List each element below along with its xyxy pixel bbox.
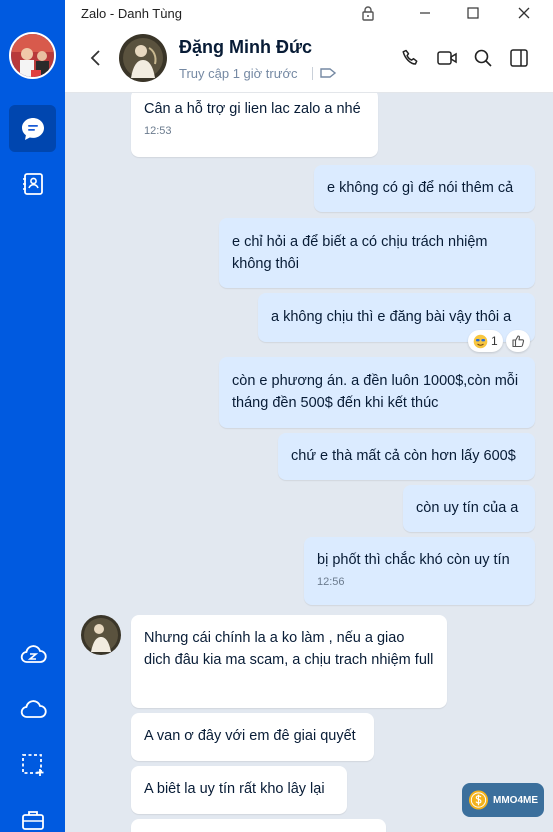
message-bubble-outgoing[interactable]: bị phốt thì chắc khó còn uy tín 12:56: [304, 537, 535, 605]
message-bubble-outgoing[interactable]: e không có gì để nói thêm cả: [314, 165, 535, 212]
conversation-header: Đặng Minh Đức Truy cập 1 giờ trước: [65, 25, 553, 93]
contacts-tab[interactable]: [9, 160, 56, 207]
message-list[interactable]: Cân a hỗ trợ gi lien lac zalo a nhé 12:5…: [65, 93, 553, 832]
sender-avatar[interactable]: [81, 615, 121, 655]
chat-bubble-icon: [21, 117, 44, 140]
message-text: Nhưng cái chính la a ko làm , nếu a giao…: [144, 630, 434, 668]
conversation-info-icon[interactable]: [507, 46, 531, 70]
message-text: e chỉ hỏi a để biết a có chịu trách nhiệ…: [232, 234, 488, 272]
back-arrow-icon[interactable]: [85, 47, 107, 69]
dollar-coin-icon: [468, 790, 489, 810]
message-text: chứ e thà mất cả còn hơn lấy 600$: [291, 448, 516, 464]
message-text: còn e phương án. a đền luôn 1000$,còn mỗ…: [232, 373, 519, 411]
contact-avatar[interactable]: [119, 34, 167, 82]
screenshot-tab[interactable]: [9, 741, 56, 788]
label-tag-icon[interactable]: [319, 66, 337, 85]
cloud-tab[interactable]: [9, 686, 56, 733]
user-avatar[interactable]: [9, 32, 56, 79]
message-bubble-outgoing[interactable]: còn uy tín của a: [403, 485, 535, 532]
cloud-icon: [20, 699, 47, 718]
search-icon[interactable]: [471, 46, 495, 70]
video-call-icon[interactable]: [435, 46, 459, 70]
zcloud-icon: [20, 644, 47, 663]
sidebar: [0, 0, 65, 832]
watermark-text: MMO4ME: [493, 794, 538, 806]
message-text: Cân a hỗ trợ gi lien lac zalo a nhé: [144, 101, 361, 117]
close-button[interactable]: [514, 3, 534, 23]
lock-icon[interactable]: [358, 3, 378, 23]
thumbs-up-icon: [512, 335, 525, 348]
call-icon[interactable]: [399, 46, 423, 70]
separator: [312, 67, 313, 80]
message-bubble-incoming[interactable]: [131, 819, 386, 832]
watermark-logo: MMO4ME: [462, 783, 544, 817]
cool-emoji-icon: [473, 334, 488, 348]
message-text: a không chịu thì e đăng bài vậy thôi a: [271, 309, 512, 325]
message-text: còn uy tín của a: [416, 500, 519, 516]
message-time: 12:56: [317, 576, 345, 588]
message-bubble-outgoing[interactable]: chứ e thà mất cả còn hơn lấy 600$: [278, 433, 535, 480]
reaction-count-value: 1: [491, 334, 498, 348]
window-title: Zalo - Danh Tùng: [81, 6, 182, 21]
message-text: A biêt la uy tín rất kho lây lại: [144, 781, 325, 797]
message-bubble-incoming[interactable]: A van ơ đây với em đê giai quyết: [131, 713, 374, 761]
message-text: e không có gì để nói thêm cả: [327, 180, 514, 196]
message-bubble-incoming[interactable]: A biêt la uy tín rất kho lây lại: [131, 766, 347, 814]
message-bubble-incoming[interactable]: Cân a hỗ trợ gi lien lac zalo a nhé 12:5…: [131, 93, 378, 157]
contact-name[interactable]: Đặng Minh Đức: [179, 37, 312, 58]
minimize-button[interactable]: [415, 3, 435, 23]
messages-tab[interactable]: [9, 105, 56, 152]
last-seen-status: Truy cập 1 giờ trước: [179, 66, 298, 81]
briefcase-icon: [21, 810, 44, 830]
message-bubble-outgoing[interactable]: e chỉ hỏi a để biết a có chịu trách nhiệ…: [219, 218, 535, 288]
message-bubble-incoming[interactable]: Nhưng cái chính la a ko làm , nếu a giao…: [131, 615, 447, 708]
message-time: 12:53: [144, 125, 172, 137]
title-bar: Zalo - Danh Tùng: [65, 0, 553, 25]
reaction-count[interactable]: 1: [468, 330, 503, 352]
message-bubble-outgoing[interactable]: còn e phương án. a đền luôn 1000$,còn mỗ…: [219, 357, 535, 428]
maximize-button[interactable]: [463, 3, 483, 23]
screenshot-icon: [21, 753, 43, 776]
like-reaction-button[interactable]: [506, 330, 530, 352]
contacts-book-icon: [22, 172, 43, 195]
toolbox-tab[interactable]: [9, 796, 56, 832]
zcloud-tab[interactable]: [9, 631, 56, 678]
message-text: A van ơ đây với em đê giai quyết: [144, 728, 356, 744]
message-text: bị phốt thì chắc khó còn uy tín: [317, 552, 510, 568]
